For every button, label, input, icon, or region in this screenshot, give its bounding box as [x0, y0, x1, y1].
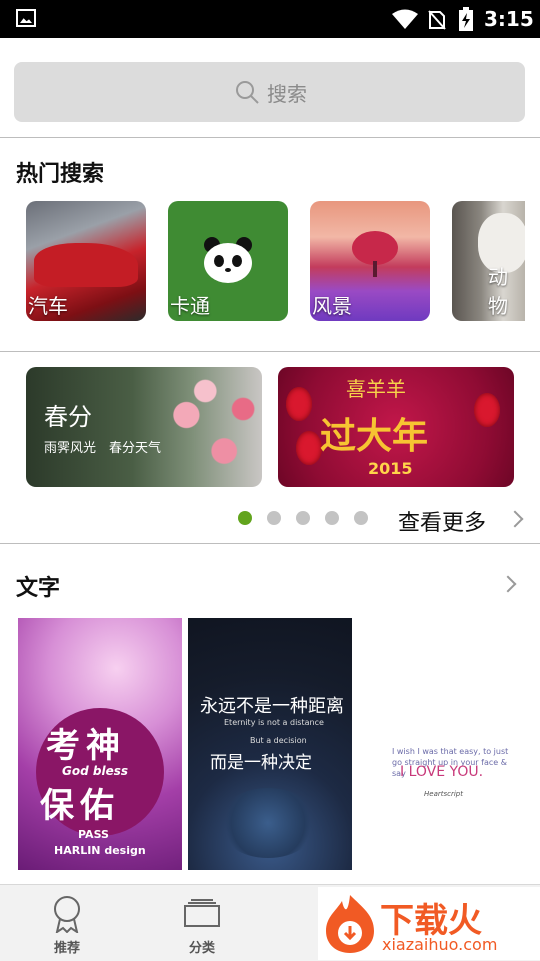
award-icon	[54, 896, 80, 933]
view-more-link[interactable]: 查看更多	[398, 505, 486, 537]
tab-category[interactable]: 分类	[152, 885, 252, 961]
love-signature: Heartscript	[424, 790, 463, 798]
banner-line1: 喜羊羊	[346, 377, 406, 401]
hot-item-label: 汽车	[28, 294, 68, 318]
banner-new-year[interactable]: 喜羊羊 过大年 2015	[278, 367, 514, 487]
carousel-dot[interactable]	[296, 511, 310, 525]
hot-item-label: 卡通	[170, 294, 210, 318]
search-icon	[236, 81, 259, 104]
hot-item-animal[interactable]: 动物	[452, 201, 525, 321]
panda-image	[204, 237, 252, 283]
lantern-image	[474, 393, 500, 427]
watermark-domain: xiazaihuo.com	[382, 935, 498, 954]
exam-design: HARLIN design	[54, 844, 146, 857]
divider	[0, 137, 540, 138]
text-item-love[interactable]: I wish I was that easy, to just go strai…	[360, 618, 524, 870]
carousel-dot[interactable]	[238, 511, 252, 525]
search-bar[interactable]: 搜索	[14, 62, 525, 122]
gallery-icon	[16, 9, 36, 27]
tree-image	[218, 788, 318, 858]
tab-recommend[interactable]: 推荐	[17, 885, 117, 961]
text-item-eternity[interactable]: 永远不是一种距离 Eternity is not a distance But …	[188, 618, 352, 870]
status-bar: 3:15	[0, 0, 540, 38]
tree-image	[352, 231, 398, 265]
carousel-dot[interactable]	[325, 511, 339, 525]
divider	[0, 543, 540, 544]
banner-line2: 过大年	[320, 415, 429, 457]
hot-item-cartoon[interactable]: 卡通	[168, 201, 288, 321]
hot-item-car[interactable]: 汽车	[26, 201, 146, 321]
battery-charging-icon	[459, 7, 473, 31]
exam-line2: 保佑	[40, 786, 120, 826]
hot-search-title: 热门搜索	[16, 162, 105, 187]
wifi-icon	[392, 9, 418, 29]
hot-item-scenery[interactable]: 风景	[310, 201, 430, 321]
love-text: I LOVE YOU.	[400, 764, 484, 780]
chevron-right-icon[interactable]	[506, 510, 524, 528]
tree-trunk	[373, 261, 377, 277]
search-placeholder: 搜索	[267, 82, 307, 106]
exam-pass: PASS	[78, 828, 109, 841]
exam-line1: 考神	[46, 726, 126, 766]
banner-subtitle: 雨霁风光 春分天气	[44, 441, 162, 456]
tab-label: 推荐	[53, 941, 80, 956]
banner-spring-equinox[interactable]: 春分 雨霁风光 春分天气	[26, 367, 262, 487]
blossom-image	[136, 367, 262, 487]
lantern-image	[286, 387, 312, 421]
carousel-dot[interactable]	[267, 511, 281, 525]
divider	[0, 351, 540, 352]
banner-year: 2015	[368, 459, 413, 478]
exam-bless: God bless	[62, 764, 128, 778]
eternity-line1: 永远不是一种距离	[200, 696, 344, 717]
no-sim-icon	[428, 10, 446, 30]
status-time: 3:15	[484, 7, 534, 31]
banner-title: 春分	[44, 403, 92, 431]
eternity-en2: But a decision	[250, 736, 307, 745]
car-image	[34, 243, 138, 287]
lantern-image	[296, 431, 322, 465]
category-icon	[184, 899, 220, 927]
tab-label: 分类	[188, 941, 215, 956]
text-section-title: 文字	[16, 576, 61, 601]
eternity-line2: 而是一种决定	[210, 753, 312, 773]
carousel-dot[interactable]	[354, 511, 368, 525]
chevron-right-icon[interactable]	[499, 575, 517, 593]
eternity-en1: Eternity is not a distance	[224, 718, 324, 727]
hot-item-label: 动物	[488, 265, 508, 318]
hot-item-label: 风景	[312, 294, 352, 318]
watermark-logo: 下载火 xiazaihuo.com	[318, 887, 540, 960]
flame-logo-icon	[326, 895, 374, 953]
text-item-exam-blessing[interactable]: 考神 God bless 保佑 PASS HARLIN design	[18, 618, 182, 870]
